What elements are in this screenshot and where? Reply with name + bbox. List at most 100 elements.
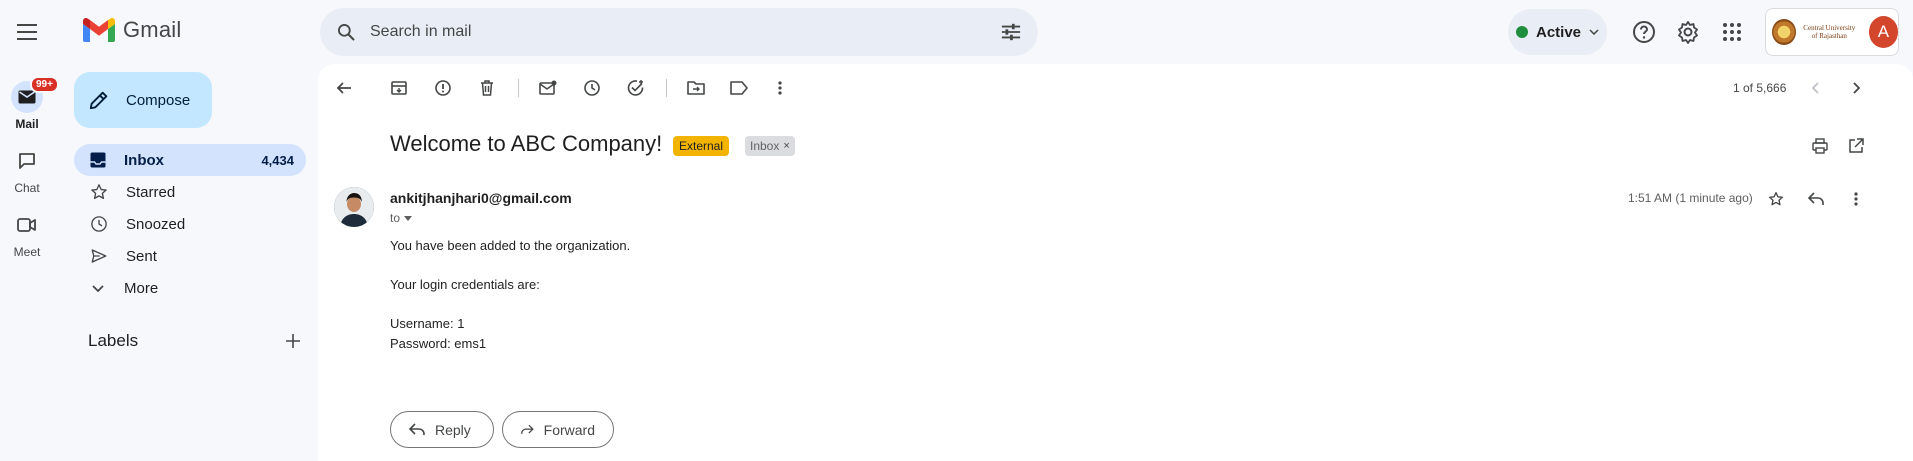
video-camera-icon xyxy=(17,218,36,232)
gmail-logo[interactable]: Gmail xyxy=(83,17,181,43)
org-name: Central University of Rajasthan xyxy=(1803,24,1856,40)
chevron-right-icon xyxy=(1853,82,1860,94)
labels-section-header: Labels xyxy=(88,331,300,351)
message-view xyxy=(318,64,1913,461)
folder-move-icon xyxy=(687,81,705,95)
labels-heading: Labels xyxy=(88,331,139,350)
nav-item-snoozed[interactable]: Snoozed xyxy=(74,208,306,240)
gear-icon xyxy=(1678,21,1698,44)
rail-chat[interactable]: Chat xyxy=(0,145,54,195)
settings-button[interactable] xyxy=(1668,12,1708,52)
inbox-chip-label: Inbox xyxy=(750,139,780,153)
gmail-m-icon xyxy=(83,18,115,42)
apps-grid-icon xyxy=(1723,23,1741,41)
more-vert-icon xyxy=(1854,192,1858,206)
nav-item-label: Sent xyxy=(126,247,157,265)
message-more-button[interactable] xyxy=(1840,183,1872,215)
search-icon[interactable] xyxy=(336,22,356,42)
main-menu-button[interactable] xyxy=(12,16,44,48)
more-vert-icon xyxy=(778,81,782,95)
status-selector[interactable]: Active xyxy=(1508,9,1607,55)
clock-icon xyxy=(584,80,600,96)
search-bar[interactable]: Search in mail xyxy=(320,8,1038,56)
nav-item-label: Inbox xyxy=(124,151,164,169)
inbox-icon xyxy=(90,152,106,168)
nav-item-sent[interactable]: Sent xyxy=(74,240,306,272)
sender-email[interactable]: ankitjhanjhari0@gmail.com xyxy=(390,190,572,206)
send-icon xyxy=(91,249,107,263)
external-badge: External xyxy=(673,136,730,156)
nav-item-more[interactable]: More xyxy=(74,272,306,304)
print-icon xyxy=(1812,138,1828,154)
rail-meet-label: Meet xyxy=(13,245,41,259)
person-photo-icon xyxy=(334,187,374,227)
open-in-new-icon xyxy=(1849,138,1864,153)
older-button[interactable] xyxy=(1840,72,1872,104)
add-to-tasks-button[interactable] xyxy=(620,72,652,104)
status-dot xyxy=(1515,26,1528,38)
star-button[interactable] xyxy=(1760,183,1792,215)
chevron-down-icon xyxy=(1589,29,1599,35)
report-spam-button[interactable] xyxy=(427,72,459,104)
pencil-icon xyxy=(89,91,108,110)
chevron-down-icon xyxy=(92,285,104,293)
message-body-line: Password: ems1 xyxy=(390,336,487,351)
search-input[interactable]: Search in mail xyxy=(370,23,1000,41)
back-button[interactable] xyxy=(328,72,360,104)
reply-icon xyxy=(1808,192,1824,205)
pagination-text: 1 of 5,666 xyxy=(1733,81,1787,95)
mark-unread-button[interactable] xyxy=(532,72,564,104)
message-body-line: Username: 1 xyxy=(390,316,465,331)
recipient-details[interactable]: to xyxy=(390,211,413,225)
mail-pill[interactable]: 99+ xyxy=(11,76,59,113)
remove-label-icon[interactable]: × xyxy=(783,140,789,152)
toolbar-divider xyxy=(666,79,667,97)
archive-button[interactable] xyxy=(383,72,415,104)
mail-icon xyxy=(18,90,36,104)
label-icon xyxy=(730,81,748,95)
report-icon xyxy=(435,80,451,96)
search-options-icon[interactable] xyxy=(1000,22,1022,42)
status-label: Active xyxy=(1535,23,1582,41)
sender-avatar[interactable] xyxy=(334,187,374,227)
meet-pill[interactable] xyxy=(11,209,43,241)
rail-mail[interactable]: 99+ Mail xyxy=(0,76,59,131)
nav-item-label: Snoozed xyxy=(126,215,186,233)
more-options-button[interactable] xyxy=(764,72,796,104)
rail-mail-label: Mail xyxy=(15,117,39,131)
caret-down-icon xyxy=(404,215,413,221)
forward-button[interactable]: Forward xyxy=(502,411,614,448)
account-avatar[interactable]: A xyxy=(1868,16,1898,48)
chat-icon xyxy=(19,153,35,169)
inbox-label-chip: Inbox × xyxy=(745,136,795,156)
compose-label: Compose xyxy=(126,91,191,109)
star-icon xyxy=(1769,192,1783,206)
plus-icon[interactable] xyxy=(286,334,300,348)
star-icon xyxy=(91,184,107,200)
open-new-window-button[interactable] xyxy=(1840,130,1872,162)
reply-icon-button[interactable] xyxy=(1800,183,1832,215)
compose-button[interactable]: Compose xyxy=(74,72,212,128)
print-button[interactable] xyxy=(1804,130,1836,162)
delete-button[interactable] xyxy=(471,72,503,104)
reply-icon xyxy=(409,423,425,435)
reply-button[interactable]: Reply xyxy=(390,411,494,448)
apps-button[interactable] xyxy=(1712,12,1752,52)
nav-item-starred[interactable]: Starred xyxy=(74,176,306,208)
reply-label: Reply xyxy=(435,421,471,438)
mail-unread-badge: 99+ xyxy=(30,76,59,93)
newer-button[interactable] xyxy=(1800,72,1832,104)
nav-item-label: More xyxy=(124,279,159,297)
forward-icon xyxy=(521,424,534,434)
nav-item-inbox[interactable]: Inbox 4,434 xyxy=(74,144,306,176)
rail-meet[interactable]: Meet xyxy=(0,209,54,259)
chat-pill[interactable] xyxy=(11,145,43,177)
move-to-button[interactable] xyxy=(680,72,712,104)
snooze-button[interactable] xyxy=(576,72,608,104)
labels-button[interactable] xyxy=(723,72,755,104)
message-body-line: Your login credentials are: xyxy=(390,277,540,292)
support-button[interactable] xyxy=(1624,12,1664,52)
account-switcher[interactable]: Central University of Rajasthan A xyxy=(1765,8,1899,56)
message-body-line: You have been added to the organization. xyxy=(390,238,631,253)
message-subject: Welcome to ABC Company! xyxy=(390,131,663,156)
